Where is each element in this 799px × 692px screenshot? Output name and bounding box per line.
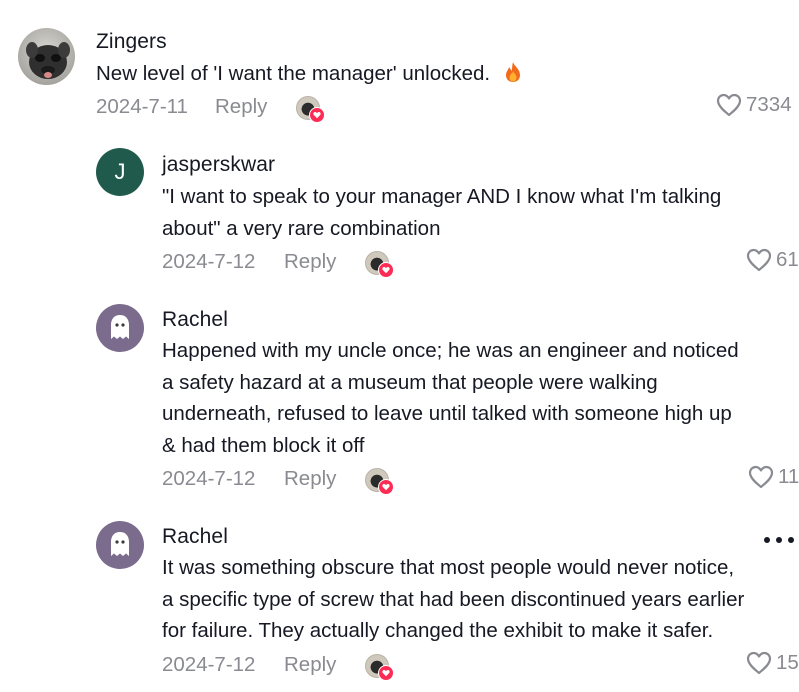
creator-liked-badge bbox=[365, 251, 395, 281]
avatar[interactable] bbox=[96, 521, 144, 569]
comment-text: "I want to speak to your manager AND I k… bbox=[162, 181, 721, 244]
like-button[interactable]: 7334 bbox=[716, 93, 792, 117]
comment-text-line: underneath, refused to leave until talke… bbox=[162, 402, 732, 425]
reply-button[interactable]: Reply bbox=[284, 467, 336, 491]
reply-button[interactable]: Reply bbox=[284, 250, 336, 274]
comment-date: 2024-7-12 bbox=[162, 250, 256, 273]
creator-liked-badge bbox=[296, 96, 326, 126]
comment-text-line: New level of 'I want the manager' unlock… bbox=[96, 62, 491, 85]
comment-date: 2024-7-11 bbox=[96, 95, 188, 118]
like-button[interactable]: 61 bbox=[746, 248, 799, 272]
comment-text-line: for failure. They actually changed the e… bbox=[162, 619, 714, 642]
reply-button[interactable]: Reply bbox=[284, 653, 336, 677]
avatar[interactable] bbox=[18, 28, 75, 85]
like-button[interactable]: 15 bbox=[746, 651, 799, 675]
comment-jasperskwar: J jasperskwar "I want to speak to your m… bbox=[0, 140, 799, 290]
more-dots-icon bbox=[764, 537, 794, 543]
comment-rachel-2: Rachel It was something obscure that mos… bbox=[0, 518, 799, 692]
like-count: 11 bbox=[778, 465, 799, 488]
dog-photo-icon bbox=[18, 28, 75, 85]
creator-liked-badge bbox=[365, 654, 395, 684]
comment-date: 2024-7-12 bbox=[162, 653, 256, 676]
like-button[interactable]: 11 bbox=[748, 465, 799, 489]
comment-text-line: "I want to speak to your manager AND I k… bbox=[162, 185, 722, 208]
heart-outline-icon bbox=[746, 248, 772, 272]
more-options-button[interactable] bbox=[763, 532, 795, 550]
comment-text-line: It was something obscure that most peopl… bbox=[162, 556, 735, 579]
heart-badge-icon bbox=[309, 107, 325, 123]
reply-button[interactable]: Reply bbox=[215, 95, 267, 119]
comment-username[interactable]: Zingers bbox=[96, 30, 167, 54]
comment-username[interactable]: jasperskwar bbox=[162, 153, 275, 177]
heart-outline-icon bbox=[716, 93, 742, 117]
comment-text-line: Happened with my uncle once; he was an e… bbox=[162, 339, 739, 362]
avatar-letter: J bbox=[114, 159, 126, 184]
comment-zingers: Zingers New level of 'I want the manager… bbox=[0, 0, 799, 130]
creator-liked-badge bbox=[365, 468, 395, 498]
fire-icon bbox=[504, 61, 522, 93]
like-count: 61 bbox=[776, 248, 799, 271]
comment-username[interactable]: Rachel bbox=[162, 308, 228, 332]
ghost-icon bbox=[111, 532, 129, 556]
comment-text-line: about" a very rare combination bbox=[162, 216, 441, 240]
comment-text: New level of 'I want the manager' unlock… bbox=[96, 58, 522, 93]
comment-text-line: a safety hazard at a museum that people … bbox=[162, 370, 658, 394]
heart-badge-icon bbox=[378, 479, 394, 495]
ghost-icon bbox=[111, 315, 129, 339]
like-count: 7334 bbox=[746, 93, 792, 116]
comment-text-line: a specific type of screw that had been d… bbox=[162, 587, 745, 611]
heart-badge-icon bbox=[378, 262, 394, 278]
heart-outline-icon bbox=[746, 651, 772, 675]
comment-text: It was something obscure that most peopl… bbox=[162, 552, 744, 647]
comment-date: 2024-7-12 bbox=[162, 467, 256, 490]
heart-outline-icon bbox=[748, 465, 774, 489]
heart-badge-icon bbox=[378, 665, 394, 681]
like-count: 15 bbox=[776, 651, 799, 674]
comment-text: Happened with my uncle once; he was an e… bbox=[162, 335, 739, 461]
comment-rachel-1: Rachel Happened with my uncle once; he w… bbox=[0, 300, 799, 510]
avatar[interactable]: J bbox=[96, 148, 144, 196]
avatar[interactable] bbox=[96, 304, 144, 352]
comment-text-line: & had them block it off bbox=[162, 433, 365, 457]
comment-username[interactable]: Rachel bbox=[162, 525, 228, 549]
